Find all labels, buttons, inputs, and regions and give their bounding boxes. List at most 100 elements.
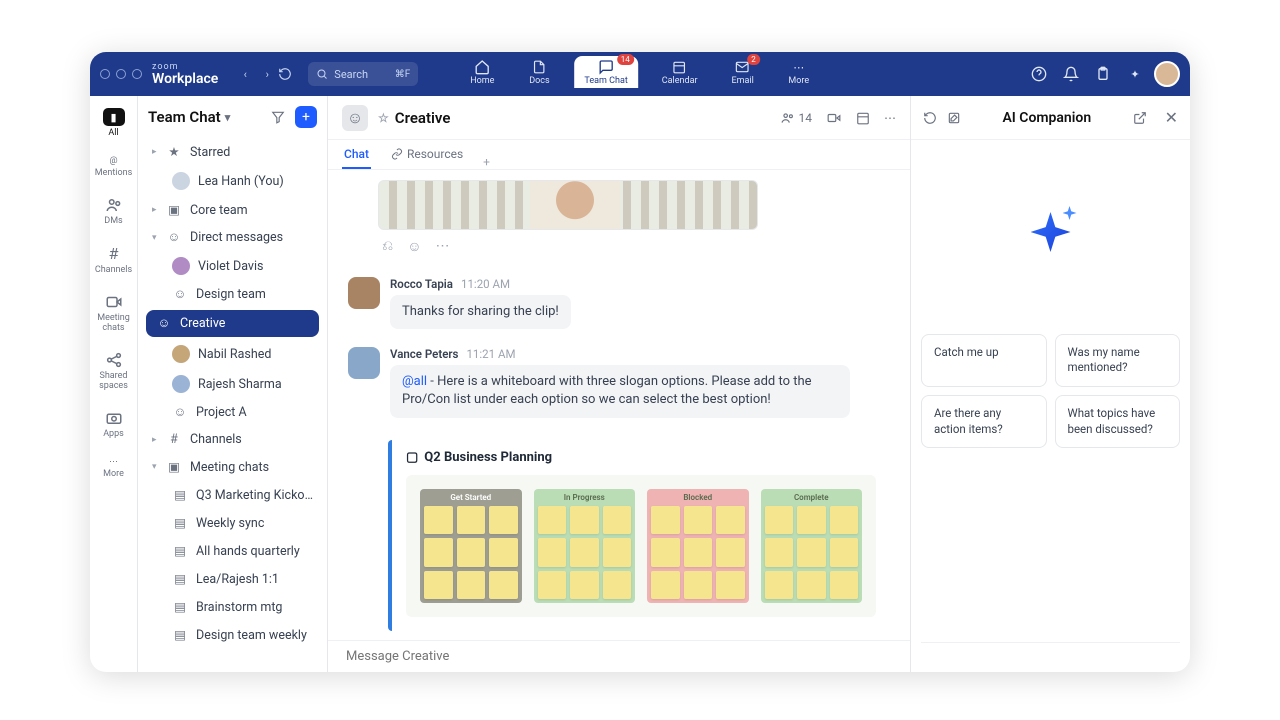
top-navbar: zoom Workplace ‹ › Search ⌘F Home Docs 1… <box>90 52 1190 96</box>
star-icon[interactable]: ☆ <box>378 111 389 125</box>
sidebar-item-violet-davis[interactable]: Violet Davis <box>138 251 327 281</box>
rail-meeting-chats[interactable]: Meeting chats <box>90 291 137 335</box>
tab-resources[interactable]: Resources <box>389 141 465 169</box>
user-avatar[interactable] <box>1154 61 1180 87</box>
avatar-icon <box>172 172 190 190</box>
tab-email[interactable]: 2 Email <box>722 56 764 88</box>
global-search[interactable]: Search ⌘F <box>308 62 418 86</box>
rail-apps[interactable]: Apps <box>90 407 137 441</box>
sidebar-section-core-team[interactable]: ▸▣Core team <box>138 196 327 224</box>
reply-icon[interactable]: ⎌ <box>382 238 393 255</box>
message-text[interactable]: @all - Here is a whiteboard with three s… <box>390 365 850 417</box>
ai-suggestions: Catch me up Was my name mentioned? Are t… <box>911 324 1190 458</box>
suggestion-name-mentioned[interactable]: Was my name mentioned? <box>1055 334 1181 387</box>
schedule-button[interactable] <box>856 111 870 125</box>
sidebar-section-meeting-chats[interactable]: ▾▣Meeting chats <box>138 453 327 481</box>
tab-team-chat[interactable]: 14 Team Chat <box>574 56 637 88</box>
search-shortcut: ⌘F <box>395 69 411 80</box>
popout-icon[interactable] <box>1133 111 1147 125</box>
sidebar-section-dms[interactable]: ▾☺Direct messages <box>138 224 327 251</box>
tab-calendar[interactable]: Calendar <box>652 56 708 88</box>
rail-channels[interactable]: #Channels <box>90 242 137 277</box>
rail-all[interactable]: ▮All <box>90 106 137 140</box>
hash-icon: # <box>109 244 119 263</box>
chevron-down-icon: ▾ <box>225 111 231 124</box>
nav-forward-button[interactable]: › <box>256 68 278 81</box>
meeting-icon: ▤ <box>172 487 188 503</box>
hash-icon: # <box>166 432 182 447</box>
people-icon: ☺ <box>166 230 182 245</box>
rail-more[interactable]: ⋯More <box>90 455 137 481</box>
rail-shared-spaces[interactable]: Shared spaces <box>90 349 137 393</box>
message-text[interactable]: Thanks for sharing the clip! <box>390 295 571 329</box>
sidebar-item-creative[interactable]: ☺Creative <box>146 310 319 337</box>
sidebar-item-lea-hanh[interactable]: Lea Hanh (You) <box>138 166 327 196</box>
rail-dms[interactable]: DMs <box>90 194 137 228</box>
video-clip-attachment[interactable] <box>378 180 758 230</box>
chat-badge: 14 <box>617 54 634 65</box>
sidebar-header: Team Chat▾ + <box>138 96 327 138</box>
filter-button[interactable] <box>267 106 289 128</box>
sidebar-item-design-team[interactable]: ☺Design team <box>138 281 327 308</box>
chat-main: ☺ ☆Creative 14 ⋯ Chat Resources + ⎌ ☺ <box>328 96 910 672</box>
sidebar-item-weekly-sync[interactable]: ▤Weekly sync <box>138 509 327 537</box>
suggestion-topics[interactable]: What topics have been discussed? <box>1055 395 1181 448</box>
sidebar-item-brainstorm[interactable]: ▤Brainstorm mtg <box>138 593 327 621</box>
ai-spark-button[interactable]: ✦ <box>1122 61 1148 87</box>
window-controls[interactable] <box>100 69 142 79</box>
home-icon <box>471 59 493 75</box>
whiteboard-attachment[interactable]: ▢Q2 Business Planning Get Started In Pro… <box>388 440 890 632</box>
mention-icon: @ <box>109 156 117 166</box>
new-chat-button[interactable]: + <box>295 106 317 128</box>
composer-input[interactable] <box>346 649 892 664</box>
suggestion-catch-me-up[interactable]: Catch me up <box>921 334 1047 387</box>
left-rail: ▮All @Mentions DMs #Channels Meeting cha… <box>90 96 138 672</box>
tab-chat[interactable]: Chat <box>342 141 371 169</box>
sidebar-item-project-a[interactable]: ☺Project A <box>138 399 327 426</box>
nav-history-button[interactable] <box>278 67 300 81</box>
ai-spark-icon <box>1031 212 1071 252</box>
sidebar-title[interactable]: Team Chat▾ <box>148 108 261 126</box>
sidebar-item-lea-rajesh[interactable]: ▤Lea/Rajesh 1:1 <box>138 565 327 593</box>
clipboard-button[interactable] <box>1090 61 1116 87</box>
more-icon: ⋯ <box>788 59 810 75</box>
channel-title[interactable]: ☆Creative <box>378 109 450 127</box>
meeting-icon <box>105 293 123 311</box>
sidebar-item-q3-kickoff[interactable]: ▤Q3 Marketing Kickoff <box>138 481 327 509</box>
sidebar-item-all-hands[interactable]: ▤All hands quarterly <box>138 537 327 565</box>
ai-new-icon[interactable] <box>947 111 961 125</box>
message-composer[interactable] <box>328 640 910 672</box>
message-author: Rocco Tapia <box>390 277 453 291</box>
reaction-icon[interactable]: ☺ <box>407 238 421 255</box>
tab-more[interactable]: ⋯ More <box>778 56 820 88</box>
sidebar-item-rajesh-sharma[interactable]: Rajesh Sharma <box>138 369 327 399</box>
sidebar-section-starred[interactable]: ▸★Starred <box>138 138 327 166</box>
tab-home[interactable]: Home <box>460 56 504 88</box>
add-tab-button[interactable]: + <box>483 155 490 169</box>
video-call-button[interactable] <box>826 111 842 125</box>
mention-all[interactable]: @all <box>402 374 427 389</box>
sidebar-list[interactable]: ▸★Starred Lea Hanh (You) ▸▣Core team ▾☺D… <box>138 138 327 672</box>
share-icon <box>105 351 123 369</box>
channel-more-button[interactable]: ⋯ <box>884 111 896 125</box>
message-time: 11:21 AM <box>466 347 515 361</box>
nav-back-button[interactable]: ‹ <box>234 68 256 81</box>
ai-history-icon[interactable] <box>923 111 937 125</box>
sidebar-item-design-weekly[interactable]: ▤Design team weekly <box>138 621 327 649</box>
top-tabs: Home Docs 14 Team Chat Calendar 2 Email <box>460 52 820 96</box>
message-list[interactable]: ⎌ ☺ ⋯ Rocco Tapia11:20 AM Thanks for sha… <box>328 170 910 640</box>
close-icon[interactable]: ✕ <box>1165 108 1178 127</box>
suggestion-action-items[interactable]: Are there any action items? <box>921 395 1047 448</box>
attachment-more-icon[interactable]: ⋯ <box>436 238 450 255</box>
rail-mentions[interactable]: @Mentions <box>90 154 137 180</box>
sidebar-item-nabil-rashed[interactable]: Nabil Rashed <box>138 339 327 369</box>
member-count-button[interactable]: 14 <box>781 111 813 125</box>
sidebar-section-channels[interactable]: ▸#Channels <box>138 426 327 453</box>
tab-docs[interactable]: Docs <box>518 56 560 88</box>
channel-avatar[interactable]: ☺ <box>342 105 368 131</box>
help-button[interactable] <box>1026 61 1052 87</box>
ai-input-area[interactable] <box>921 642 1180 672</box>
notifications-button[interactable] <box>1058 61 1084 87</box>
message-author: Vance Peters <box>390 347 458 361</box>
ai-panel-title: AI Companion <box>971 110 1123 126</box>
